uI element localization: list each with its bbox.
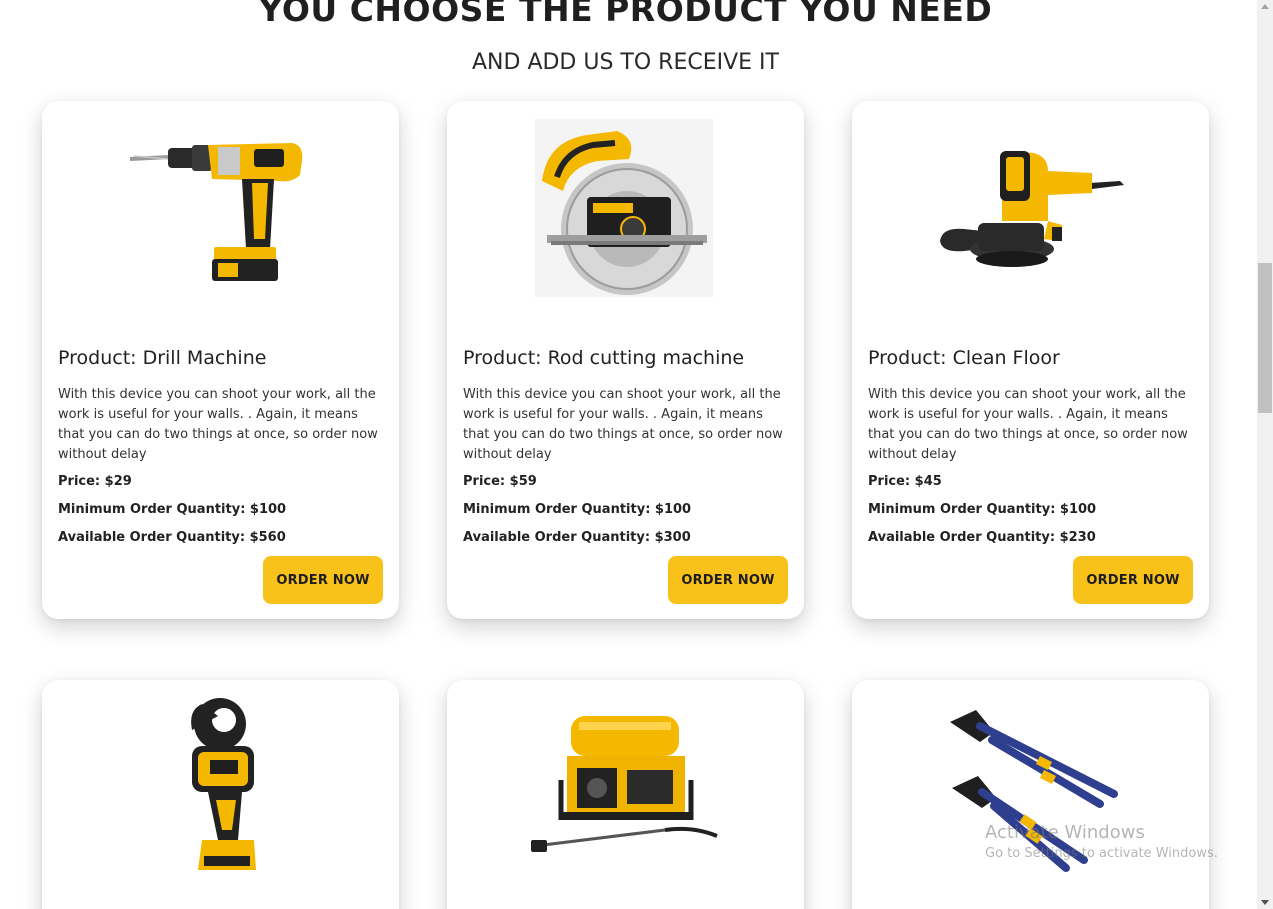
product-card: Product: Drill Machine With this device … [42,101,399,619]
floor-sander-icon [940,151,1124,267]
product-price: Price: $29 [58,474,132,489]
product-description: With this device you can shoot your work… [58,387,378,462]
page-subtitle: AND ADD US TO RECEIVE IT [472,50,779,75]
product-description: With this device you can shoot your work… [463,387,783,462]
product-image-circular-saw [447,101,804,316]
order-now-button[interactable]: ORDER NOW [263,556,383,604]
product-min-qty: Minimum Order Quantity: $100 [58,502,287,517]
product-description: With this device you can shoot your work… [868,387,1188,462]
product-card [447,680,804,909]
product-available-qty: Available Order Quantity: $230 [868,530,1096,545]
circular-saw-icon [535,119,713,297]
scrollbar-thumb[interactable] [1258,263,1272,413]
product-image-pressure-washer [447,680,804,895]
scroll-up-arrow-icon[interactable] [1261,4,1269,9]
product-title: Product: Drill Machine [58,347,267,369]
product-card: Product: Clean Floor With this device yo… [852,101,1209,619]
product-min-qty: Minimum Order Quantity: $100 [463,502,692,517]
product-title: Product: Clean Floor [868,347,1060,369]
product-min-qty: Minimum Order Quantity: $100 [868,502,1097,517]
product-card [852,680,1209,909]
pressure-washer-icon [531,716,718,852]
page-title: YOU CHOOSE THE PRODUCT YOU NEED [258,0,993,29]
page: YOU CHOOSE THE PRODUCT YOU NEED AND ADD … [0,0,1257,909]
product-price: Price: $45 [868,474,942,489]
product-image-floor-sander [852,101,1209,316]
product-image-cordless-drill [42,101,399,316]
product-card [42,680,399,909]
drill-icon [129,143,303,281]
order-now-button[interactable]: ORDER NOW [668,556,788,604]
product-title: Product: Rod cutting machine [463,347,745,369]
product-available-qty: Available Order Quantity: $300 [463,530,691,545]
product-image-cable-cutter [42,680,399,895]
cable-cutter-icon [191,698,256,870]
scroll-down-arrow-icon[interactable] [1261,900,1269,905]
vertical-scrollbar[interactable] [1257,0,1273,909]
order-now-button[interactable]: ORDER NOW [1073,556,1193,604]
product-card: Product: Rod cutting machine With this d… [447,101,804,619]
product-image-pliers [852,680,1209,895]
product-price: Price: $59 [463,474,537,489]
product-available-qty: Available Order Quantity: $560 [58,530,286,545]
pliers-icon [950,710,1118,872]
